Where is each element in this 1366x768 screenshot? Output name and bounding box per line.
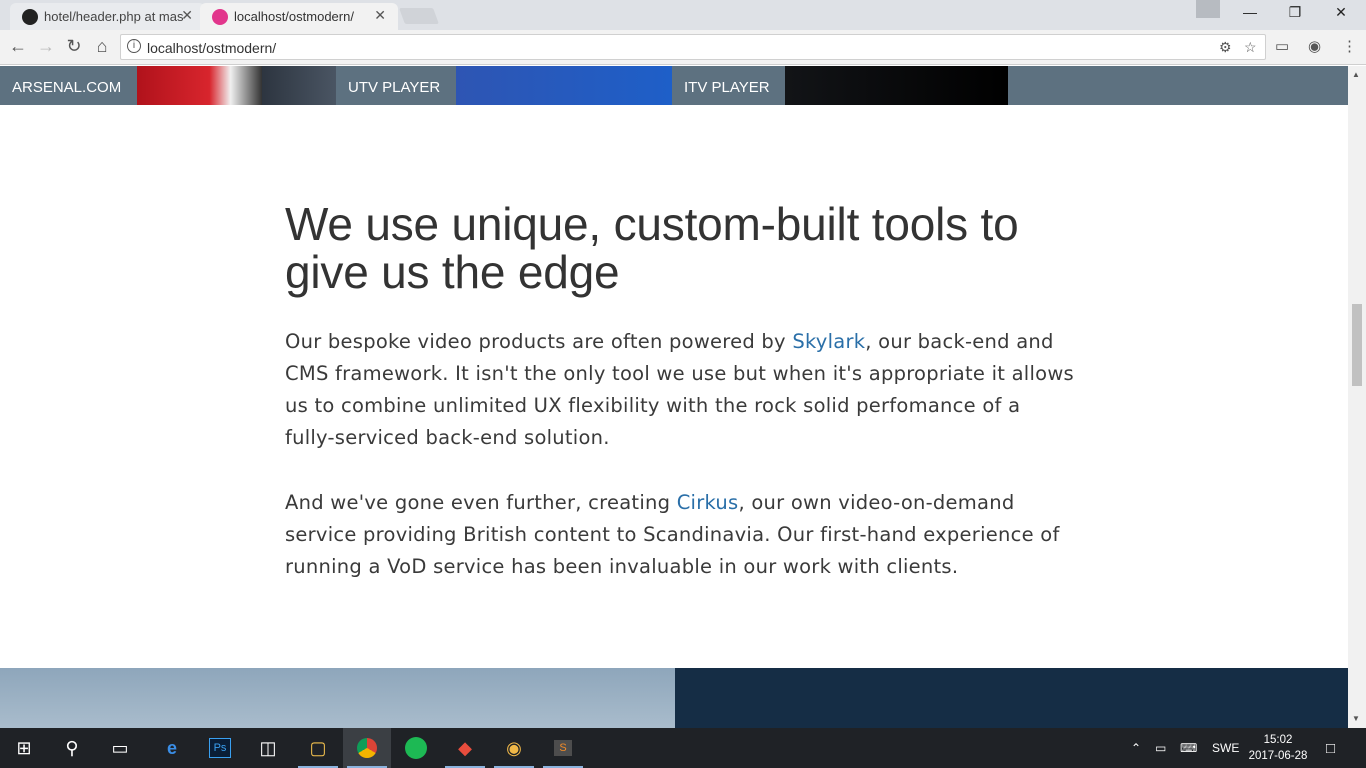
minimize-icon[interactable]: — <box>1235 4 1265 20</box>
git-icon[interactable]: ◆ <box>441 728 489 768</box>
sublime-icon[interactable]: S <box>539 728 587 768</box>
page-viewport: ARSENAL.COM UTV PLAYER ITV PLAYER We use… <box>0 66 1348 728</box>
paragraph-text: And we've gone even further, creating <box>285 491 677 514</box>
cirkus-link[interactable]: Cirkus <box>677 491 739 514</box>
extension-icon[interactable]: ◉ <box>1308 37 1321 55</box>
reload-icon[interactable]: ↻ <box>62 36 86 57</box>
thumbnail[interactable] <box>262 66 336 105</box>
scrollbar-thumb[interactable] <box>1352 304 1362 386</box>
cast-icon[interactable]: ▭ <box>1275 37 1289 55</box>
browser-toolbar: ← → ↻ ⌂ i localhost/ostmodern/ ⚙ ☆ ▭ ◉ ⋮ <box>0 30 1366 65</box>
address-bar[interactable]: i localhost/ostmodern/ ⚙ ☆ <box>120 34 1266 60</box>
tab-localhost[interactable]: localhost/ostmodern/ ✕ <box>200 3 398 30</box>
store-icon[interactable]: ◫ <box>244 728 292 768</box>
tab-github[interactable]: hotel/header.php at mas ✕ <box>10 3 205 30</box>
photoshop-icon[interactable]: Ps <box>196 728 244 768</box>
info-icon[interactable]: i <box>127 39 141 53</box>
paragraph-text: Our bespoke video products are often pow… <box>285 330 793 353</box>
battery-icon[interactable]: ▭ <box>1155 728 1166 768</box>
clock-time: 15:02 <box>1263 734 1293 746</box>
paragraph-skylark: Our bespoke video products are often pow… <box>285 326 1075 454</box>
tab-title: localhost/ostmodern/ <box>234 9 354 24</box>
scroll-down-icon[interactable]: ▼ <box>1352 714 1360 723</box>
system-clock[interactable]: 15:02 2017-06-28 <box>1243 732 1313 764</box>
section-heading: We use unique, custom-built tools to giv… <box>285 198 1019 298</box>
scroll-up-icon[interactable]: ▲ <box>1352 70 1360 79</box>
file-explorer-icon[interactable]: ▢ <box>294 728 342 768</box>
forward-arrow-icon[interactable]: → <box>34 36 58 57</box>
paint-icon[interactable]: ◉ <box>490 728 538 768</box>
footer-image-right <box>675 668 1348 728</box>
profile-icon[interactable] <box>1196 0 1220 18</box>
back-arrow-icon[interactable]: ← <box>6 36 30 57</box>
clock-date: 2017-06-28 <box>1248 750 1308 762</box>
footer-image-left <box>0 668 675 728</box>
bookmark-star-icon[interactable]: ☆ <box>1244 39 1257 56</box>
menu-icon[interactable]: ⋮ <box>1342 37 1357 55</box>
keyboard-icon[interactable]: ⌨ <box>1180 728 1197 768</box>
show-hidden-icons-icon[interactable]: ⌃ <box>1131 728 1141 768</box>
translate-icon[interactable]: ⚙ <box>1219 39 1232 56</box>
article-section: We use unique, custom-built tools to giv… <box>285 200 1075 583</box>
github-icon <box>22 9 38 25</box>
language-indicator[interactable]: SWE <box>1212 728 1239 768</box>
new-tab-button[interactable] <box>399 8 439 24</box>
windows-taskbar: ⊞ ⚲ ▭ e Ps ◫ ▢ ◆ ◉ S ⌃ ▭ ⌨ SWE 15:02 201… <box>0 728 1366 768</box>
spotify-icon[interactable] <box>392 728 440 768</box>
strip-link-utv[interactable]: UTV PLAYER <box>336 66 456 105</box>
start-icon[interactable]: ⊞ <box>0 728 48 768</box>
utv-thumbnail[interactable] <box>456 66 672 105</box>
close-tab-icon[interactable]: ✕ <box>374 7 386 24</box>
partner-strip: ARSENAL.COM UTV PLAYER ITV PLAYER <box>0 66 1348 105</box>
strip-link-itv[interactable]: ITV PLAYER <box>672 66 785 105</box>
paragraph-cirkus: And we've gone even further, creating Ci… <box>285 487 1075 583</box>
home-icon[interactable]: ⌂ <box>90 36 114 57</box>
task-view-icon[interactable]: ▭ <box>96 728 144 768</box>
close-tab-icon[interactable]: ✕ <box>181 7 193 24</box>
address-url[interactable]: localhost/ostmodern/ <box>147 40 276 56</box>
tab-title: hotel/header.php at mas <box>44 9 184 24</box>
site-favicon-icon <box>212 9 228 25</box>
chrome-icon[interactable] <box>343 728 391 768</box>
page-scrollbar[interactable]: ▲ ▼ <box>1348 66 1366 728</box>
strip-link-arsenal[interactable]: ARSENAL.COM <box>0 66 137 105</box>
search-icon[interactable]: ⚲ <box>48 728 96 768</box>
itv-thumbnail[interactable] <box>785 66 1008 105</box>
window-close-icon[interactable]: ✕ <box>1326 4 1356 21</box>
notifications-icon[interactable]: □ <box>1326 728 1335 768</box>
edge-icon[interactable]: e <box>148 728 196 768</box>
skylark-link[interactable]: Skylark <box>792 330 865 353</box>
restore-icon[interactable]: ❐ <box>1280 4 1310 21</box>
browser-tab-bar: hotel/header.php at mas ✕ localhost/ostm… <box>0 0 1366 30</box>
